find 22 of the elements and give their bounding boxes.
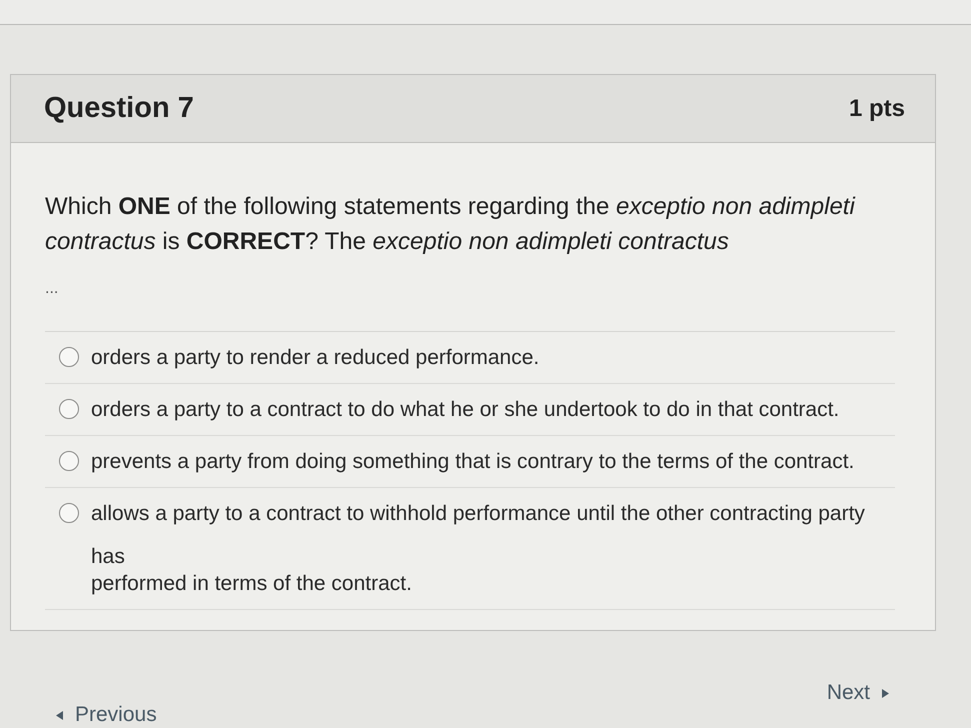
answer-option[interactable]: prevents a party from doing something that is contrary to the terms of the contract.	[45, 436, 895, 488]
answer-text: orders a party to a contract to do what he or she undertook to do in that contract.	[91, 397, 840, 423]
radio-button[interactable]	[59, 451, 79, 471]
previous-button[interactable]: Previous	[56, 703, 157, 727]
answer-text: orders a party to render a reduced performance.	[91, 345, 540, 371]
question-points: 1 pts	[848, 94, 905, 124]
answer-option[interactable]: orders a party to a contract to do what he or she undertook to do in that contract.	[45, 384, 895, 436]
answer-option[interactable]: allows a party to a contract to withhold performance until the other contracting party has performed in terms of the contract.	[45, 488, 895, 610]
answer-text: prevents a party from doing something that is contrary to the terms of the contract.	[91, 449, 854, 475]
radio-button[interactable]	[59, 399, 79, 419]
answer-text: has	[91, 544, 126, 570]
ellipsis-text: ...	[45, 279, 60, 299]
radio-button[interactable]	[59, 503, 79, 523]
question-title: Question 7	[44, 90, 194, 126]
radio-button[interactable]	[59, 347, 79, 367]
question-text: Which ONE of the following statements regarding the exceptio non adimpleti contractus is CORRECT? The exceptio non adimpleti contractus	[45, 192, 856, 257]
caret-left-icon	[56, 710, 63, 720]
answer-option[interactable]: orders a party to render a reduced performance.	[45, 332, 895, 384]
next-button[interactable]: Next	[826, 681, 889, 705]
caret-right-icon	[882, 688, 889, 698]
answer-text: performed in terms of the contract.	[91, 571, 413, 597]
answer-text: allows a party to a contract to withhold performance until the other contracting party	[91, 501, 865, 527]
